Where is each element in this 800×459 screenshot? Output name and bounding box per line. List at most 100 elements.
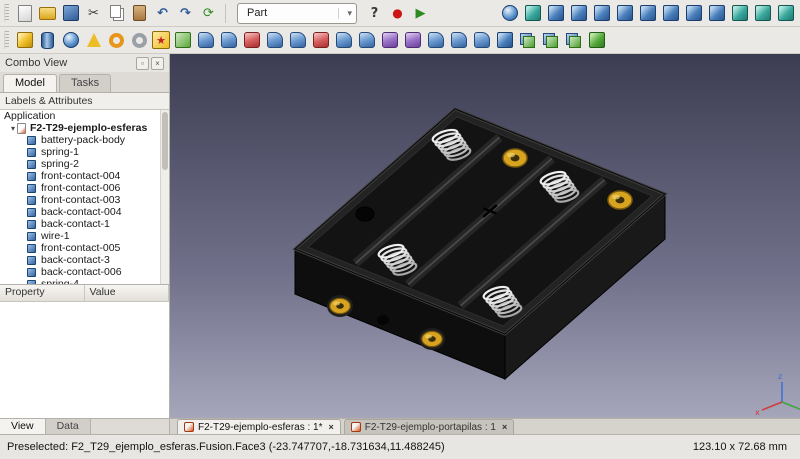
close-tab-icon[interactable]: × xyxy=(329,422,334,432)
tree-scrollbar[interactable] xyxy=(160,110,169,284)
tree-item[interactable]: front-contact-004 xyxy=(0,170,169,182)
close-tab-icon[interactable]: × xyxy=(502,422,507,432)
rear-view-icon[interactable] xyxy=(660,3,681,24)
boolean-intersection-icon[interactable] xyxy=(563,30,584,51)
check-geometry-icon[interactable] xyxy=(586,30,607,51)
tree-item[interactable]: back-contact-004 xyxy=(0,206,169,218)
tree-document-node[interactable]: ▾ F2-T29-ejemplo-esferas xyxy=(0,122,169,134)
extrude-icon[interactable] xyxy=(195,30,216,51)
document-tab-portapilas[interactable]: F2-T29-ejemplo-portapilas : 1 × xyxy=(344,419,514,434)
tree-item[interactable]: back-contact-006 xyxy=(0,266,169,278)
new-document-icon[interactable] xyxy=(14,3,35,24)
redo-icon[interactable]: ↷ xyxy=(175,3,196,24)
save-icon[interactable] xyxy=(60,3,81,24)
compound-icon[interactable] xyxy=(494,30,515,51)
copy-icon[interactable] xyxy=(106,3,127,24)
draw-style-icon[interactable] xyxy=(545,3,566,24)
tube-icon[interactable] xyxy=(129,30,150,51)
front-view-icon[interactable] xyxy=(591,3,612,24)
part-cube-icon xyxy=(27,196,36,205)
part-cube-icon xyxy=(27,172,36,181)
3d-scene[interactable]: z x y xyxy=(170,54,800,418)
shape-builder-icon[interactable] xyxy=(172,30,193,51)
battery-holder-model[interactable] xyxy=(295,109,665,379)
whats-this-icon[interactable]: ? xyxy=(364,3,385,24)
boolean-union-icon[interactable] xyxy=(540,30,561,51)
sweep-icon[interactable] xyxy=(356,30,377,51)
measure-distance-icon[interactable] xyxy=(729,3,750,24)
tree-item[interactable]: front-contact-006 xyxy=(0,182,169,194)
property-column-header[interactable]: Property xyxy=(0,285,85,301)
sphere-icon[interactable] xyxy=(60,30,81,51)
cut-icon[interactable]: ✂ xyxy=(83,3,104,24)
ruled-surface-icon[interactable] xyxy=(310,30,331,51)
tab-view[interactable]: View xyxy=(0,419,46,434)
tree-item[interactable]: spring-2 xyxy=(0,158,169,170)
tree-item[interactable]: front-contact-005 xyxy=(0,242,169,254)
tree-item[interactable]: front-contact-003 xyxy=(0,194,169,206)
refresh-icon[interactable]: ⟳ xyxy=(198,3,219,24)
cross-sections-icon[interactable] xyxy=(402,30,423,51)
paste-icon[interactable] xyxy=(129,3,150,24)
appearance-icon[interactable] xyxy=(499,3,520,24)
tree-item[interactable]: spring-4 xyxy=(0,278,169,284)
section-icon[interactable] xyxy=(379,30,400,51)
tree-scrollbar-thumb[interactable] xyxy=(162,112,168,170)
boolean-cut-icon[interactable] xyxy=(517,30,538,51)
torus-icon[interactable] xyxy=(106,30,127,51)
offset-3d-icon[interactable] xyxy=(425,30,446,51)
mirror-icon[interactable] xyxy=(241,30,262,51)
tree-root-application[interactable]: Application xyxy=(0,110,169,122)
close-panel-icon[interactable]: × xyxy=(151,57,164,70)
isometric-view-icon[interactable] xyxy=(568,3,589,24)
chamfer-icon[interactable] xyxy=(287,30,308,51)
create-primitives-icon[interactable]: ★ xyxy=(152,31,170,49)
right-view-icon[interactable] xyxy=(637,3,658,24)
float-panel-icon[interactable]: ▫ xyxy=(136,57,149,70)
bottom-view-icon[interactable] xyxy=(683,3,704,24)
undo-icon[interactable]: ↶ xyxy=(152,3,173,24)
value-column-header[interactable]: Value xyxy=(85,285,170,301)
measure-angular-icon[interactable] xyxy=(752,3,773,24)
3d-viewport[interactable]: z x y xyxy=(170,54,800,418)
left-view-icon[interactable] xyxy=(706,3,727,24)
top-view-icon[interactable] xyxy=(614,3,635,24)
cone-icon[interactable] xyxy=(83,30,104,51)
thickness-icon[interactable] xyxy=(471,30,492,51)
part-cube-icon xyxy=(27,220,36,229)
tab-tasks[interactable]: Tasks xyxy=(59,74,111,92)
box-icon[interactable] xyxy=(14,30,35,51)
tab-data[interactable]: Data xyxy=(46,419,91,434)
offset-2d-icon[interactable] xyxy=(448,30,469,51)
fit-all-icon[interactable] xyxy=(522,3,543,24)
combo-view-title: Combo View xyxy=(5,57,67,69)
part-cube-icon xyxy=(27,232,36,241)
part-cube-icon xyxy=(27,148,36,157)
toolbar-handle[interactable] xyxy=(4,31,9,49)
macro-execute-icon[interactable]: ▶ xyxy=(410,3,431,24)
tree-item[interactable]: back-contact-1 xyxy=(0,218,169,230)
open-file-icon[interactable] xyxy=(37,3,58,24)
revolve-icon[interactable] xyxy=(218,30,239,51)
loft-icon[interactable] xyxy=(333,30,354,51)
cylinder-icon[interactable] xyxy=(37,30,58,51)
part-cube-icon xyxy=(27,244,36,253)
document-tab-esferas[interactable]: F2-T29-ejemplo-esferas : 1* × xyxy=(177,419,341,434)
gold-eyelet xyxy=(422,331,442,346)
toolbar-area: ✂ ↶ ↷ ⟳ Part ▾ ? ● ▶ xyxy=(0,0,800,54)
toolbar-handle[interactable] xyxy=(4,4,9,22)
tree-item[interactable]: spring-1 xyxy=(0,146,169,158)
fillet-icon[interactable] xyxy=(264,30,285,51)
macro-record-icon[interactable]: ● xyxy=(387,3,408,24)
workbench-selector[interactable]: Part ▾ xyxy=(237,3,357,24)
tree-item[interactable]: battery-pack-body xyxy=(0,134,169,146)
svg-text:x: x xyxy=(755,408,760,417)
clear-measurement-icon[interactable] xyxy=(775,3,796,24)
part-cube-icon xyxy=(27,184,36,193)
tree-item[interactable]: wire-1 xyxy=(0,230,169,242)
tree-item[interactable]: back-contact-3 xyxy=(0,254,169,266)
freecad-doc-icon xyxy=(184,422,194,432)
tab-model[interactable]: Model xyxy=(3,74,57,92)
expander-icon[interactable]: ▾ xyxy=(11,124,15,133)
gold-contact xyxy=(503,149,527,167)
